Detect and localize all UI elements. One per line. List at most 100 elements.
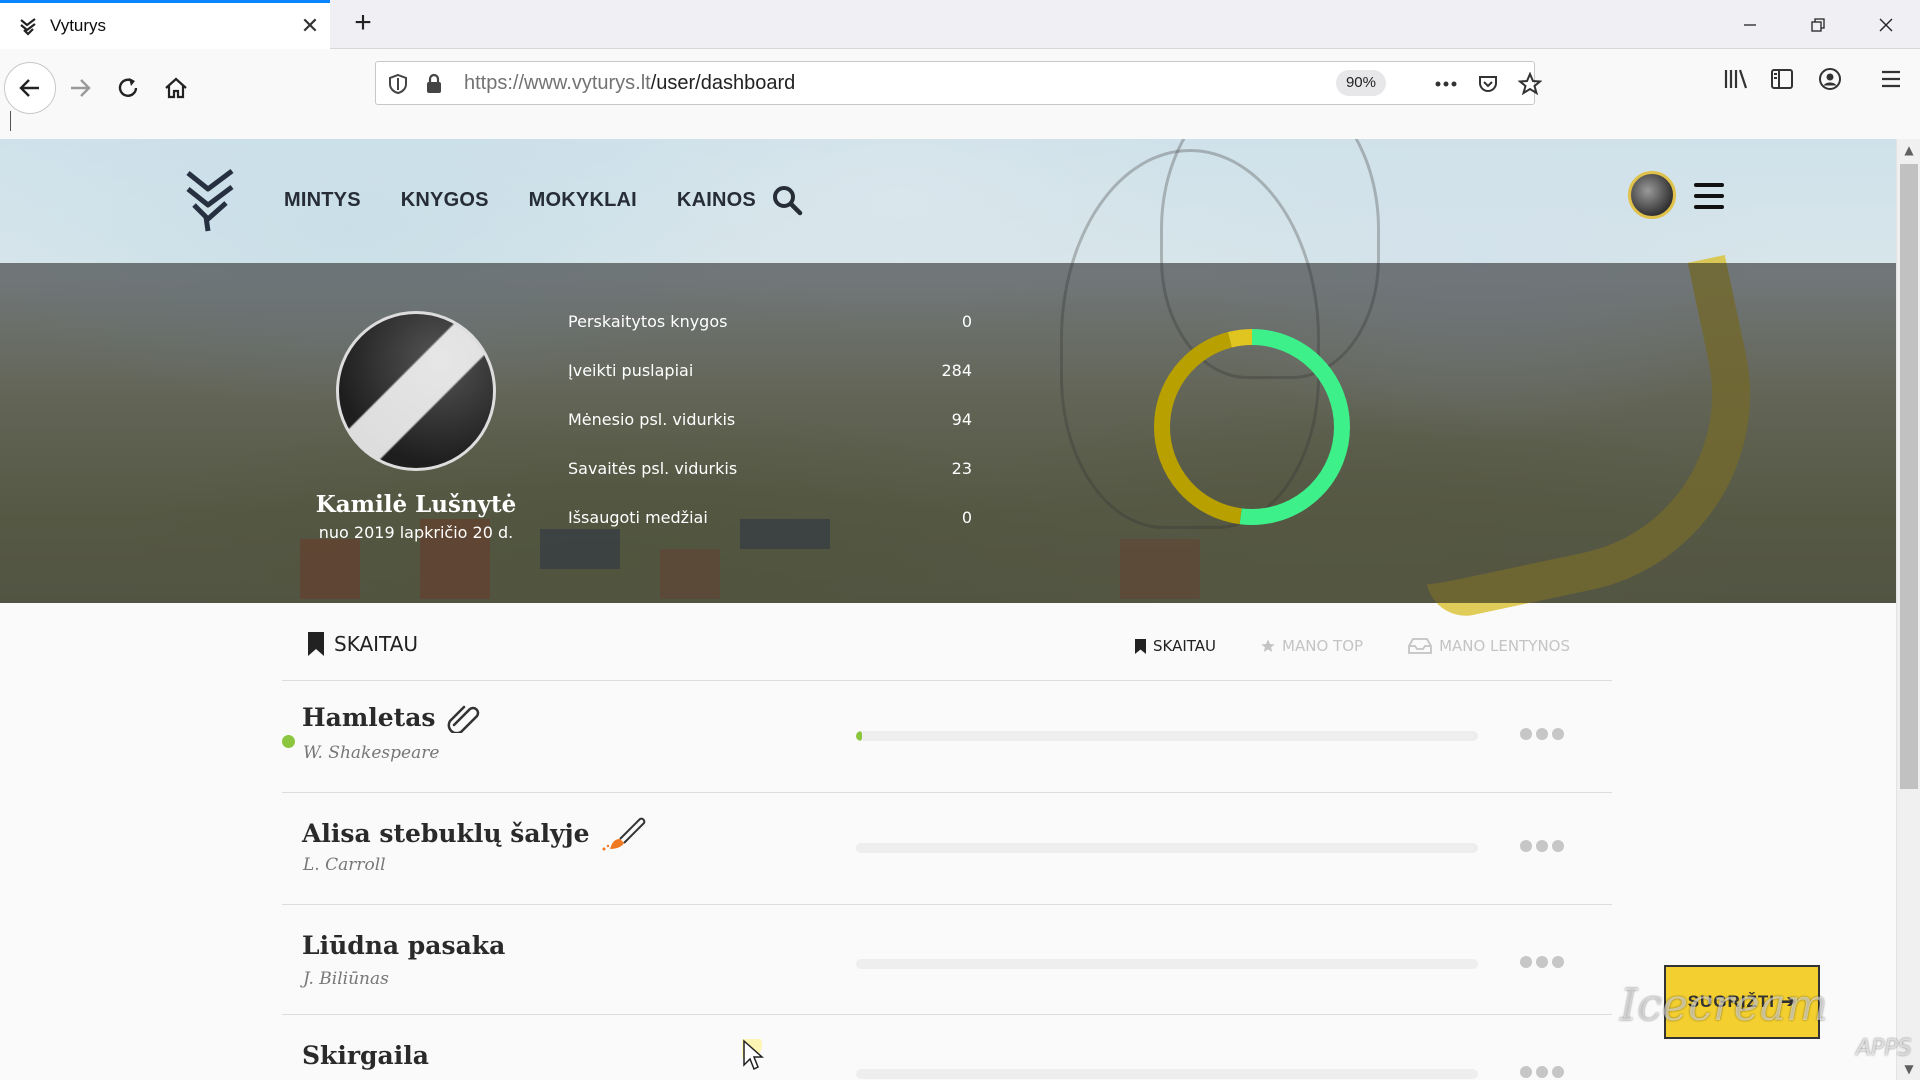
book-progress-bar (856, 959, 1478, 969)
lock-icon[interactable] (414, 62, 454, 106)
tab-label: MANO LENTYNOS (1439, 637, 1570, 655)
stat-label: Įveikti puslapiai (568, 361, 694, 380)
paperclip-icon (447, 705, 479, 733)
vyturys-favicon-icon (20, 18, 36, 36)
stat-value: 284 (941, 361, 972, 380)
mouse-cursor-icon (742, 1039, 764, 1071)
book-author: W. Shakespeare (303, 743, 440, 763)
tab-label: MANO TOP (1282, 637, 1364, 655)
book-progress-bar (856, 843, 1478, 853)
browser-tab[interactable]: Vyturys ✕ (0, 0, 330, 49)
more-options-icon[interactable] (1520, 840, 1564, 852)
nav-knygos[interactable]: KNYGOS (401, 189, 489, 212)
page-actions-ellipsis-icon[interactable] (1426, 62, 1466, 106)
pocket-icon[interactable] (1468, 62, 1508, 106)
more-options-icon[interactable] (1520, 728, 1564, 740)
inbox-tray-icon (1408, 638, 1432, 654)
more-options-icon[interactable] (1520, 956, 1564, 968)
section-title: SKAITAU (306, 631, 418, 657)
shield-icon[interactable] (378, 62, 418, 106)
paintbrush-icon (602, 817, 645, 851)
nav-mokyklai[interactable]: MOKYKLAI (529, 189, 637, 212)
address-bar[interactable]: https://www.vyturys.lt/user/dashboard 90… (375, 61, 1542, 106)
stat-row: Perskaitytos knygos 0 (568, 297, 972, 346)
library-icon[interactable] (1714, 57, 1758, 101)
scroll-down-arrow-icon[interactable]: ▼ (1897, 1058, 1920, 1080)
hamburger-menu-icon[interactable] (1869, 57, 1913, 101)
book-progress-fill (856, 731, 863, 741)
book-progress-bar (856, 1069, 1478, 1079)
reading-tabs: SKAITAU MANO TOP MANO LENTYNOS (1134, 637, 1570, 655)
book-author: L. Carroll (303, 855, 386, 875)
minimize-icon[interactable] (1716, 0, 1784, 49)
stat-label: Mėnesio psl. vidurkis (568, 410, 736, 429)
book-progress-bar (856, 731, 1478, 741)
window-close-icon[interactable] (1852, 0, 1920, 49)
url-host: https://www.vyturys.lt (464, 71, 651, 94)
stat-value: 0 (961, 312, 972, 331)
bookmark-icon (308, 632, 324, 656)
reading-stats: Perskaitytos knygos 0 Įveikti puslapiai 28… (568, 297, 972, 542)
book-row[interactable]: Liūdna pasaka J. Biliūnas (282, 905, 1612, 1015)
star-icon (1261, 639, 1275, 652)
stat-row: Mėnesio psl. vidurkis 94 (568, 395, 972, 444)
restore-icon[interactable] (1784, 0, 1852, 49)
back-arrow-icon[interactable] (4, 62, 56, 114)
site-menu-icon[interactable] (1694, 183, 1724, 209)
nav-kainos[interactable]: KAINOS (677, 189, 756, 212)
scrollbar-thumb[interactable] (1900, 164, 1918, 789)
bookmark-icon (1135, 638, 1147, 654)
home-icon[interactable] (150, 62, 202, 114)
book-title[interactable]: Skirgaila (302, 1041, 429, 1070)
text-caret (10, 111, 11, 131)
account-icon[interactable] (1808, 57, 1852, 101)
book-row[interactable]: Alisa stebuklų šalyje L. Carroll (282, 793, 1612, 905)
profile-photo (336, 311, 496, 471)
bookmark-star-icon[interactable] (1510, 62, 1550, 106)
new-tab-plus-icon[interactable]: + (345, 6, 381, 42)
stat-row: Įveikti puslapiai 284 (568, 346, 972, 395)
search-icon[interactable] (770, 183, 804, 217)
stat-label: Savaitės psl. vidurkis (568, 459, 738, 478)
stat-row: Savaitės psl. vidurkis 23 (568, 444, 972, 493)
active-indicator-dot (282, 735, 295, 748)
zoom-level-badge[interactable]: 90% (1335, 70, 1386, 96)
tab-mano-top[interactable]: MANO TOP (1260, 637, 1363, 655)
book-author: J. Biliūnas (303, 969, 389, 989)
page-viewport: MINTYS KNYGOS MOKYKLAI KAINOS Kamilė Luš… (0, 139, 1896, 1080)
stat-label: Perskaitytos knygos (568, 312, 728, 331)
tab-close-icon[interactable]: ✕ (290, 13, 330, 39)
page-scrollbar[interactable]: ▲ ▼ (1896, 139, 1920, 1080)
tab-mano-lentynos[interactable]: MANO LENTYNOS (1407, 637, 1570, 655)
book-title-text: Skirgaila (302, 1041, 429, 1070)
vyturys-logo-icon[interactable] (182, 167, 238, 233)
site-nav: MINTYS KNYGOS MOKYKLAI KAINOS (284, 189, 756, 212)
profile-member-since: nuo 2019 lapkričio 20 d. (318, 523, 514, 542)
user-avatar[interactable] (1628, 171, 1676, 219)
more-options-icon[interactable] (1520, 1066, 1564, 1078)
url-path: /user/dashboard (650, 71, 796, 94)
reading-progress-donut (1154, 329, 1350, 525)
nav-mintys[interactable]: MINTYS (284, 189, 361, 212)
scroll-up-arrow-icon[interactable]: ▲ (1897, 139, 1920, 161)
stat-value: 23 (951, 459, 972, 478)
reload-icon[interactable] (102, 62, 154, 114)
book-title[interactable]: Hamletas (302, 701, 482, 733)
browser-tab-strip: Vyturys ✕ + (0, 0, 1920, 49)
stat-value: 0 (961, 508, 972, 527)
stat-row: Išsaugoti medžiai 0 (568, 493, 972, 542)
book-title-text: Liūdna pasaka (302, 931, 506, 960)
tab-title: Vyturys (50, 16, 107, 35)
stat-value: 94 (951, 410, 972, 429)
forward-arrow-icon[interactable] (54, 62, 106, 114)
browser-toolbar: https://www.vyturys.lt/user/dashboard 90… (0, 49, 1920, 139)
sidebar-icon[interactable] (1760, 57, 1804, 101)
book-row[interactable]: Skirgaila (282, 1015, 1612, 1080)
book-title[interactable]: Alisa stebuklų šalyje (302, 813, 648, 853)
book-title-text: Hamletas (302, 702, 436, 732)
tab-skaitau[interactable]: SKAITAU (1134, 637, 1216, 655)
watermark-sub: APPS (1856, 1036, 1912, 1061)
book-row[interactable]: Hamletas W. Shakespeare (282, 681, 1612, 793)
book-title-text: Alisa stebuklų šalyje (302, 818, 590, 848)
book-title[interactable]: Liūdna pasaka (302, 931, 505, 960)
